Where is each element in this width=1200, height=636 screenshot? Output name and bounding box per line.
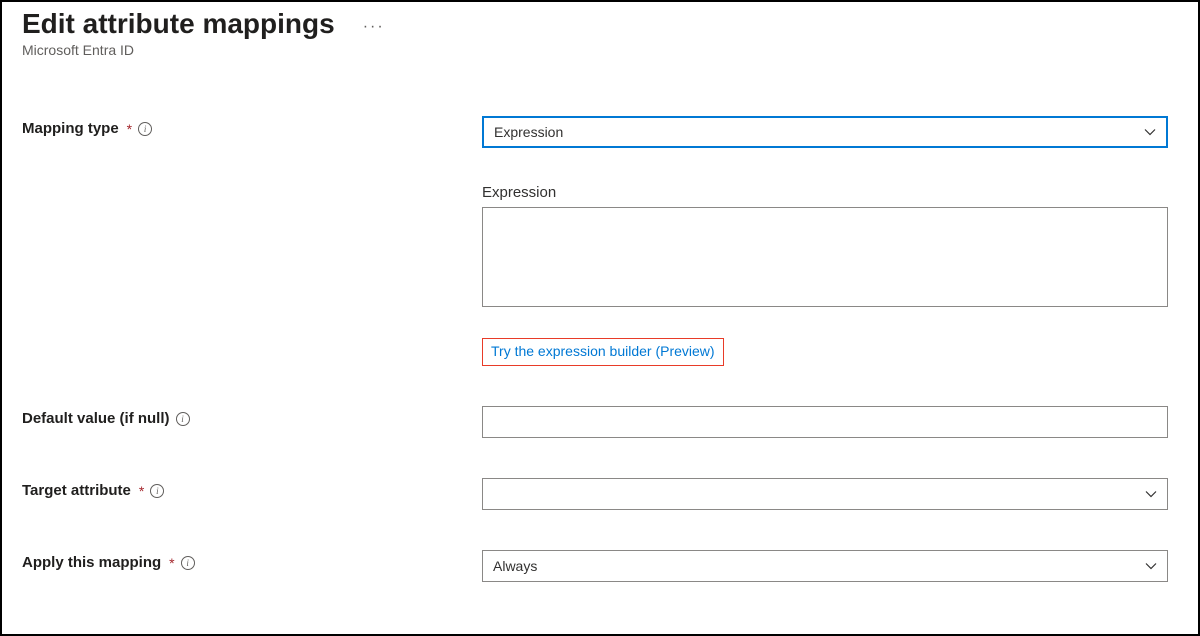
required-indicator: * [127,121,132,137]
chevron-down-icon [1144,126,1156,138]
target-attribute-label: Target attribute [22,482,131,499]
default-value-label: Default value (if null) [22,410,170,427]
target-attribute-dropdown[interactable] [482,478,1168,510]
mapping-type-row: Mapping type * i Expression Expression T… [22,116,1178,366]
info-icon[interactable]: i [181,556,195,570]
expression-label: Expression [482,184,1168,201]
chevron-down-icon [1145,488,1157,500]
apply-mapping-label: Apply this mapping [22,554,161,571]
info-icon[interactable]: i [176,412,190,426]
mapping-type-dropdown[interactable]: Expression [482,116,1168,148]
page-title: Edit attribute mappings [22,8,335,40]
default-value-row: Default value (if null) i [22,406,1178,438]
edit-attribute-mappings-panel: Edit attribute mappings ··· Microsoft En… [0,0,1200,636]
chevron-down-icon [1145,560,1157,572]
apply-mapping-dropdown[interactable]: Always [482,550,1168,582]
page-subtitle: Microsoft Entra ID [22,42,1178,58]
apply-mapping-value: Always [493,558,537,574]
apply-mapping-row: Apply this mapping * i Always [22,550,1178,582]
expression-textarea[interactable] [482,207,1168,307]
mapping-type-value: Expression [494,124,563,140]
header: Edit attribute mappings ··· [22,8,1178,40]
expression-block: Expression [482,184,1168,312]
mapping-type-label: Mapping type [22,120,119,137]
default-value-input[interactable] [482,406,1168,438]
info-icon[interactable]: i [150,484,164,498]
expression-builder-link[interactable]: Try the expression builder (Preview) [491,343,715,359]
required-indicator: * [139,483,144,499]
more-actions-button[interactable]: ··· [363,12,385,36]
expression-builder-highlight: Try the expression builder (Preview) [482,338,724,366]
required-indicator: * [169,555,174,571]
info-icon[interactable]: i [138,122,152,136]
target-attribute-row: Target attribute * i [22,478,1178,510]
